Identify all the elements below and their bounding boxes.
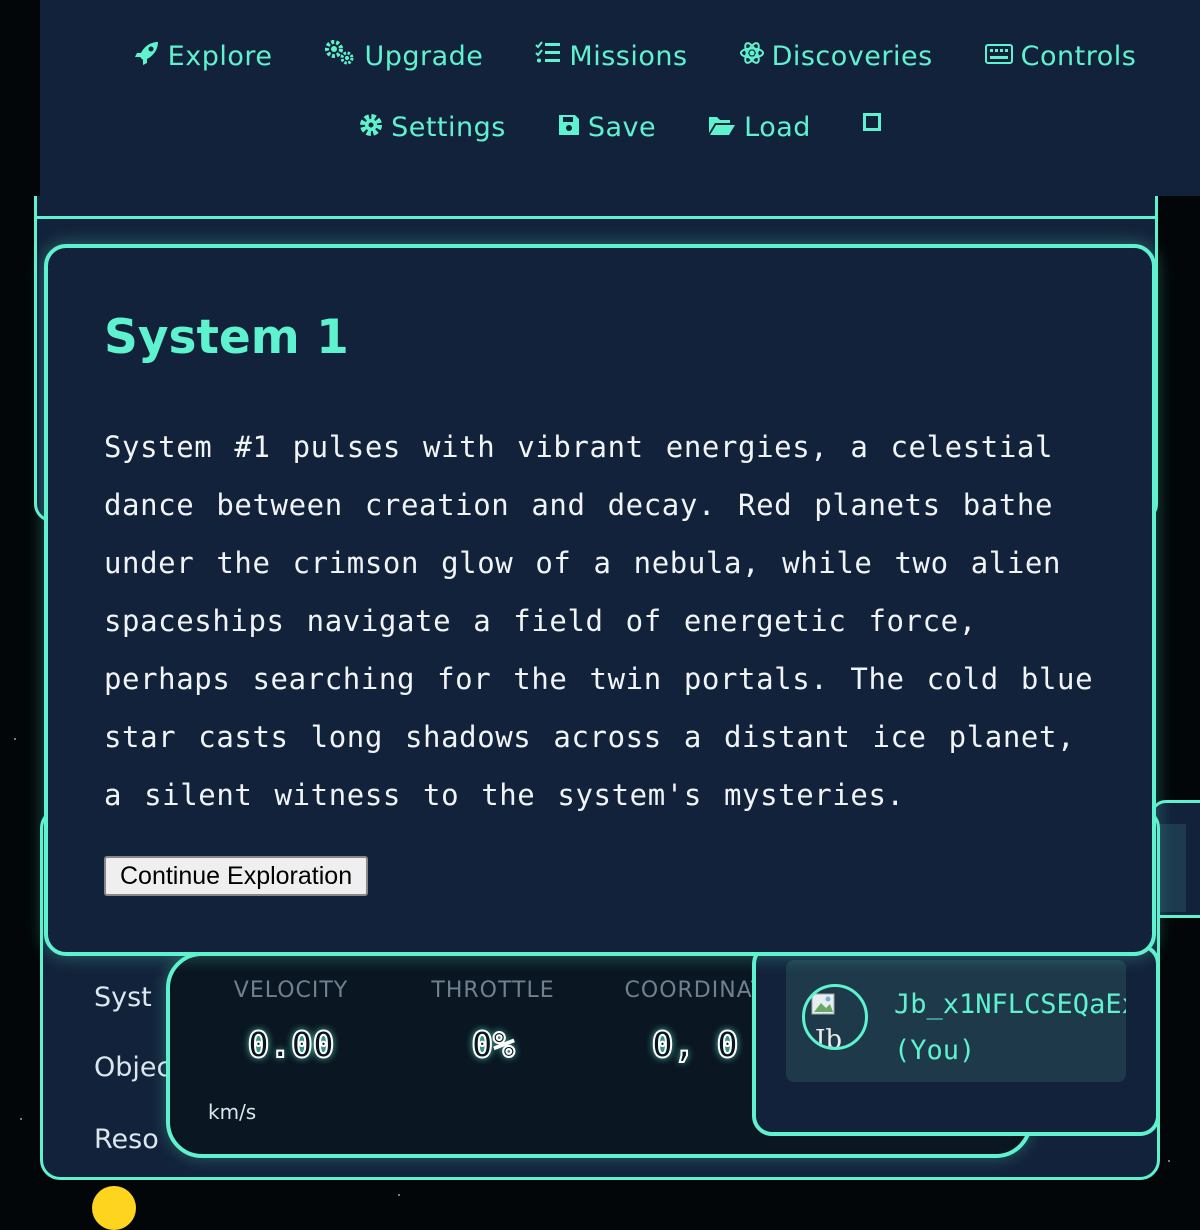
load-label: Load <box>744 112 811 143</box>
fullscreen-icon <box>862 112 881 131</box>
nav-row-primary: Explore Upgrade Missions Discoveries Con… <box>40 40 1200 72</box>
velocity-label: VELOCITY <box>233 978 349 1003</box>
checklist-icon <box>535 41 561 71</box>
star <box>1168 1160 1170 1162</box>
star <box>20 1118 22 1120</box>
system-label: Syst <box>94 982 152 1013</box>
discoveries-label: Discoveries <box>771 40 933 72</box>
star <box>398 1194 400 1196</box>
folder-open-icon <box>708 114 736 142</box>
nav-row-secondary: Settings Save Load <box>40 112 1200 143</box>
system-description: System #1 pulses with vibrant energies, … <box>104 430 1094 812</box>
missions-label: Missions <box>569 40 688 72</box>
velocity-gauge: VELOCITY 0.00 <box>206 978 376 1067</box>
controls-button[interactable]: Controls <box>984 40 1137 72</box>
continue-exploration-button[interactable]: Continue Exploration <box>104 856 369 896</box>
player-username: Jb_x1NFLCSEQaEx <box>894 989 1126 1020</box>
load-button[interactable]: Load <box>708 112 811 143</box>
gear-icon <box>359 113 383 143</box>
system-modal: System 1 System #1 pulses with vibrant e… <box>44 244 1156 956</box>
player-card[interactable]: Jb Jb_x1NFLCSEQaEx (You) <box>786 960 1126 1082</box>
side-panel-inner <box>1156 824 1186 912</box>
players-panel: Jb Jb_x1NFLCSEQaEx (You) <box>752 944 1160 1136</box>
top-navigation: Explore Upgrade Missions Discoveries Con… <box>40 0 1200 196</box>
throttle-gauge: THROTTLE 0% <box>408 978 578 1067</box>
avatar-fallback-text: Jb <box>815 1025 843 1050</box>
yellow-star <box>92 1186 136 1230</box>
rocket-icon <box>134 40 160 72</box>
star <box>14 738 16 740</box>
velocity-value: 0.00 <box>247 1024 336 1067</box>
discoveries-button[interactable]: Discoveries <box>739 40 933 72</box>
save-label: Save <box>587 112 657 143</box>
missions-button[interactable]: Missions <box>535 40 687 72</box>
avatar: Jb <box>802 984 868 1050</box>
broken-image-icon <box>811 993 835 1015</box>
save-button[interactable]: Save <box>558 112 656 143</box>
keyboard-icon <box>984 42 1013 70</box>
objects-label: Objec <box>94 1052 172 1083</box>
controls-label: Controls <box>1020 40 1137 72</box>
explore-button[interactable]: Explore <box>134 40 273 72</box>
player-you-label: (You) <box>894 1035 976 1066</box>
settings-button[interactable]: Settings <box>359 112 506 143</box>
resources-label: Reso <box>94 1124 159 1155</box>
throttle-label: THROTTLE <box>431 978 555 1003</box>
settings-label: Settings <box>391 112 506 143</box>
explore-label: Explore <box>167 40 273 72</box>
fullscreen-button[interactable] <box>862 112 881 143</box>
throttle-value: 0% <box>470 1024 515 1067</box>
floppy-disk-icon <box>558 114 580 142</box>
modal-title: System 1 <box>104 310 349 365</box>
upgrade-button[interactable]: Upgrade <box>324 40 483 72</box>
atom-icon <box>739 41 764 71</box>
panel-divider <box>34 216 1158 219</box>
player-name: Jb_x1NFLCSEQaEx (You) <box>894 982 1126 1074</box>
upgrade-label: Upgrade <box>364 40 484 72</box>
velocity-unit: km/s <box>208 1100 257 1124</box>
gears-icon <box>324 40 356 72</box>
